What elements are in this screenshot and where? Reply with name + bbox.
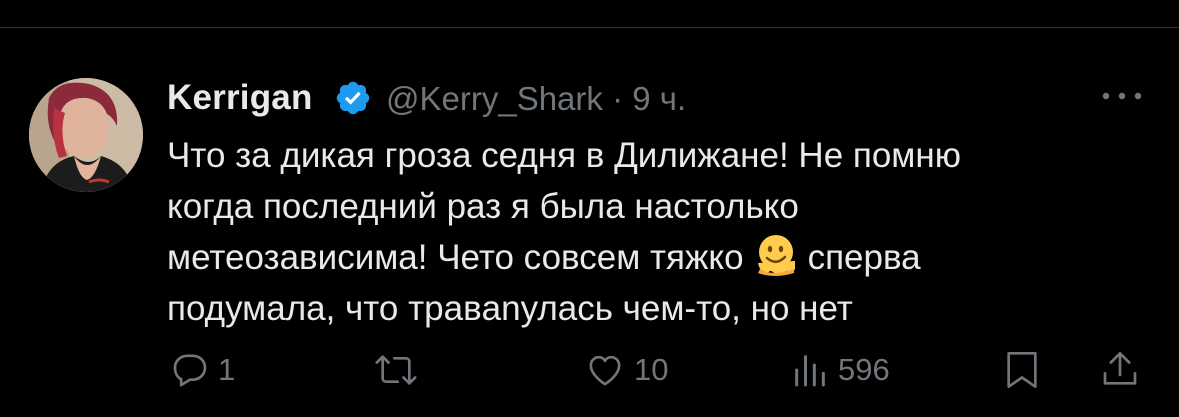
avatar[interactable] bbox=[29, 78, 143, 192]
bookmark-button[interactable] bbox=[1002, 345, 1042, 395]
tweet-line: метеозависима! Чето совсем тяжко сперва bbox=[167, 232, 1157, 283]
bookmark-icon bbox=[1007, 352, 1037, 388]
melting-face-emoji bbox=[757, 235, 795, 276]
tweet-line-part: сперва bbox=[807, 238, 921, 277]
verified-badge-icon[interactable] bbox=[334, 79, 372, 117]
share-button[interactable] bbox=[1100, 345, 1140, 395]
tweet-line: когда последний раз я была настолько bbox=[167, 187, 799, 226]
views-button[interactable]: 596 bbox=[790, 345, 890, 395]
like-icon bbox=[589, 355, 621, 386]
tweet-actions: 1 10 596 bbox=[0, 345, 1179, 395]
reply-count: 1 bbox=[218, 352, 236, 387]
views-count: 596 bbox=[838, 352, 890, 387]
like-count: 10 bbox=[634, 352, 669, 387]
share-icon bbox=[1103, 352, 1137, 385]
tweet-line: подумала, что травanулась чем-то, но нет bbox=[167, 289, 853, 328]
handle-and-time[interactable]: @Kerry_Shark · 9 ч. bbox=[386, 80, 686, 118]
tweet-line-part: метеозависима! Чето совсем тяжко bbox=[167, 238, 744, 277]
like-button[interactable]: 10 bbox=[584, 345, 668, 395]
retweet-icon bbox=[375, 355, 417, 385]
top-divider bbox=[0, 27, 1179, 28]
more-icon[interactable] bbox=[1097, 81, 1147, 111]
tweet-text: Что за дикая гроза седня в Дилижане! Не … bbox=[167, 130, 1157, 334]
tweet-line: Что за дикая гроза седня в Дилижане! Не … bbox=[167, 136, 961, 175]
retweet-button[interactable] bbox=[372, 345, 420, 395]
reply-icon bbox=[173, 354, 207, 387]
author-name[interactable]: Kerrigan bbox=[167, 78, 313, 118]
reply-button[interactable]: 1 bbox=[170, 345, 235, 395]
views-icon bbox=[795, 355, 825, 387]
